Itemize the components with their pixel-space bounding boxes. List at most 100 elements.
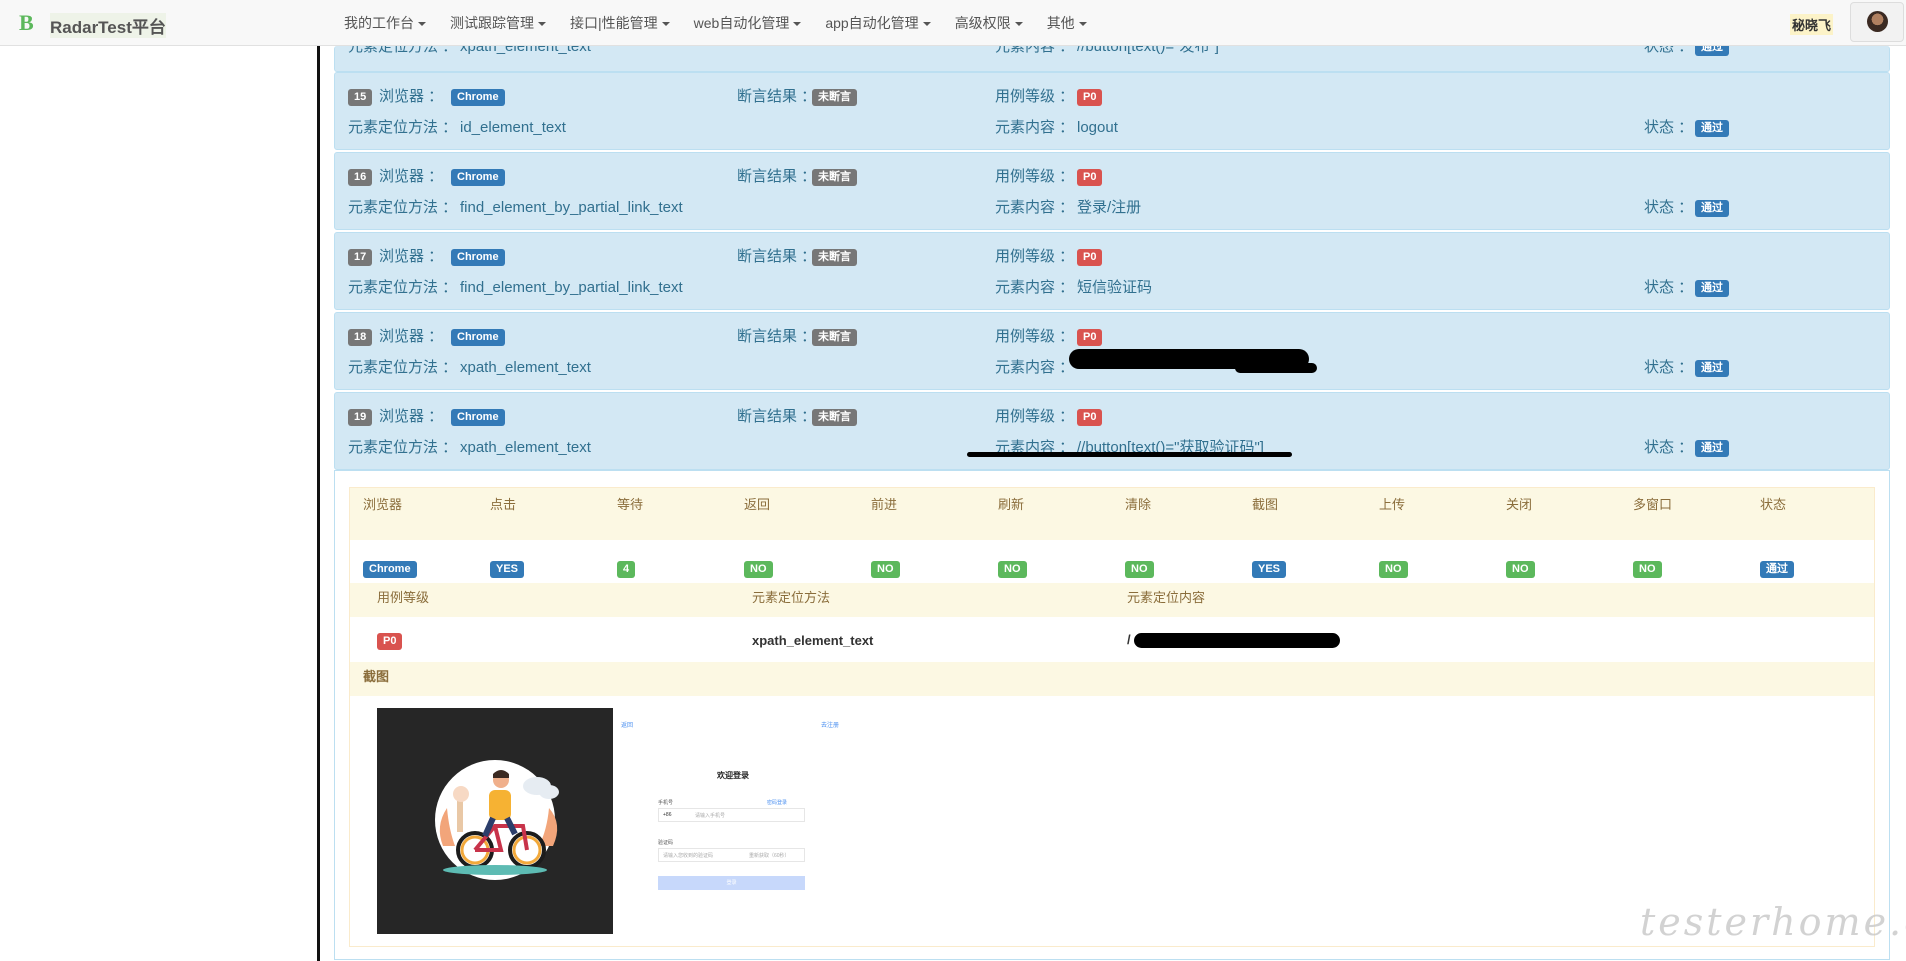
col-header: 刷新 [998, 497, 1025, 512]
screenshot-phone-placeholder: 请输入手机号 [695, 813, 726, 819]
screenshot-code-label: 验证码 [658, 840, 674, 846]
detail-sub-header-row: 用例等级 元素定位方法 元素定位内容 [350, 583, 1874, 617]
main-content: 元素定位方法 ： xpath_element_text 元素内容 ： //but… [334, 46, 1890, 961]
element-content-value: logout [1077, 119, 1118, 136]
nav-menu-web-automation[interactable]: web自动化管理 [682, 0, 814, 46]
nav-menu-label: web自动化管理 [693, 15, 790, 31]
screenshot-login-button: 登录 [658, 876, 805, 890]
value-badge-multi-window: NO [1633, 561, 1662, 579]
browser-badge: Chrome [451, 248, 505, 266]
browser-label: 浏览器 ： [379, 168, 444, 185]
step-detail-panel: 浏览器 点击 等待 返回 前进 刷新 清除 截图 上传 关闭 多窗口 状态 Ch… [334, 470, 1890, 960]
nav-menu-other[interactable]: 其他 [1035, 0, 1099, 46]
value-badge-screenshot: YES [1252, 561, 1287, 579]
nav-menu-label: 其他 [1046, 15, 1075, 31]
case-level-label: 用例等级 ： [995, 408, 1075, 425]
user-avatar[interactable] [1850, 2, 1904, 42]
watermark-text: testerhome.com [1640, 900, 1906, 944]
assert-badge: 未断言 [812, 248, 857, 266]
case-level-badge: P0 [1077, 168, 1103, 186]
screenshot-title: 欢迎登录 [717, 771, 749, 780]
status-label: 状态 ： [1644, 46, 1694, 55]
value-badge-clear: NO [1125, 561, 1154, 579]
nav-menu-label: 接口|性能管理 [570, 15, 658, 31]
browser-badge: Chrome [451, 328, 505, 346]
status-label: 状态 ： [1644, 199, 1694, 216]
browser-label: 浏览器 ： [379, 328, 444, 345]
screenshot-back-link: 返回 [621, 723, 634, 729]
step-detail-table: 浏览器 点击 等待 返回 前进 刷新 清除 截图 上传 关闭 多窗口 状态 Ch… [349, 487, 1875, 947]
nav-menu-workbench[interactable]: 我的工作台 [332, 0, 438, 46]
status-badge: 通过 [1695, 119, 1729, 137]
screenshot-password-login: 密码登录 [767, 800, 788, 806]
locate-method-value: find_element_by_partial_link_text [460, 199, 683, 216]
status-label: 状态 ： [1644, 279, 1694, 296]
browser-label: 浏览器 ： [379, 408, 444, 425]
detail-header-row: 浏览器 点击 等待 返回 前进 刷新 清除 截图 上传 关闭 多窗口 状态 [350, 488, 1874, 540]
col-header: 截图 [1252, 497, 1279, 512]
browser-label: 浏览器 ： [379, 248, 444, 265]
nav-menu-label: 我的工作台 [344, 15, 414, 31]
col-header: 点击 [490, 497, 517, 512]
cyclist-illustration-icon [435, 760, 559, 880]
nav-menu-advanced-permission[interactable]: 高级权限 [943, 0, 1035, 46]
caret-down-icon [661, 22, 670, 27]
step-number-badge: 19 [348, 408, 373, 426]
screenshot-country-code: +86 [663, 812, 672, 818]
screenshot-phone-input: +86 请输入手机号 [658, 808, 805, 822]
element-content-label: 元素内容 ： [995, 279, 1075, 296]
screenshot-register-link: 去注册 [821, 723, 840, 729]
assert-label: 断言结果 ： [737, 248, 817, 265]
redaction-mark [1134, 633, 1340, 648]
screenshot-get-code: 重新获取（60秒） [749, 853, 790, 859]
element-content-label: 元素内容 ： [995, 359, 1075, 376]
assert-label: 断言结果 ： [737, 328, 817, 345]
nav-menu-test-tracking[interactable]: 测试跟踪管理 [438, 0, 558, 46]
step-row-partial: 元素定位方法 ： xpath_element_text 元素内容 ： //but… [334, 46, 1890, 72]
sub-value-content: / [1127, 632, 1131, 647]
browser-badge: Chrome [451, 88, 505, 106]
status-label: 状态 ： [1644, 359, 1694, 376]
screenshot-illustration [377, 708, 613, 934]
element-content-value: //button[text()="发布"] [1077, 46, 1219, 55]
status-label: 状态 ： [1644, 119, 1694, 136]
step-row: 15 浏览器 ： Chrome 断言结果 ： 未断言 用例等级 ： P0 元素定… [334, 72, 1890, 150]
nav-menu-app-automation[interactable]: app自动化管理 [813, 0, 942, 46]
step-number-badge: 17 [348, 248, 373, 266]
sub-value-method: xpath_element_text [752, 633, 874, 648]
locate-method-label: 元素定位方法 ： [348, 439, 458, 456]
col-header: 浏览器 [363, 497, 403, 512]
nav-menu-api-performance[interactable]: 接口|性能管理 [558, 0, 682, 46]
screenshot-thumbnail[interactable]: 返回 去注册 欢迎登录 手机号 密码登录 +86 请输入手机号 验证码 请输入您… [377, 708, 862, 934]
value-badge-back: NO [744, 561, 773, 579]
locate-method-label: 元素定位方法 ： [348, 359, 458, 376]
brand-logo-icon[interactable]: B [19, 10, 34, 36]
current-user-name[interactable]: 秘晓飞 [1790, 14, 1834, 35]
status-badge: 通过 [1695, 199, 1729, 217]
step-row: 17 浏览器 ： Chrome 断言结果 ： 未断言 用例等级 ： P0 元素定… [334, 232, 1890, 310]
col-header: 清除 [1125, 497, 1152, 512]
col-header: 上传 [1379, 497, 1406, 512]
element-content-label: 元素内容 ： [995, 119, 1075, 136]
case-level-badge: P0 [1077, 408, 1103, 426]
step-number-badge: 16 [348, 168, 373, 186]
assert-label: 断言结果 ： [737, 408, 817, 425]
value-badge-forward: NO [871, 561, 900, 579]
assert-badge: 未断言 [812, 328, 857, 346]
nav-menu-label: 高级权限 [954, 15, 1011, 31]
caret-down-icon [922, 22, 931, 27]
case-level-badge: P0 [1077, 88, 1103, 106]
status-badge: 通过 [1695, 439, 1729, 457]
case-level-badge: P0 [1077, 328, 1103, 346]
col-header: 关闭 [1506, 497, 1533, 512]
locate-method-label: 元素定位方法 ： [348, 199, 458, 216]
caret-down-icon [1078, 22, 1087, 27]
status-label: 状态 ： [1644, 439, 1694, 456]
brand-name[interactable]: RadarTest平台 [50, 13, 166, 38]
screenshot-header-row: 截图 [350, 662, 1874, 696]
locate-method-value: xpath_element_text [460, 439, 591, 456]
screenshot-code-placeholder: 请输入您收到的验证码 [663, 853, 714, 859]
top-navbar: B RadarTest平台 我的工作台 测试跟踪管理 接口|性能管理 web自动… [0, 0, 1906, 46]
col-header: 返回 [744, 497, 771, 512]
locate-method-value: id_element_text [460, 119, 566, 136]
